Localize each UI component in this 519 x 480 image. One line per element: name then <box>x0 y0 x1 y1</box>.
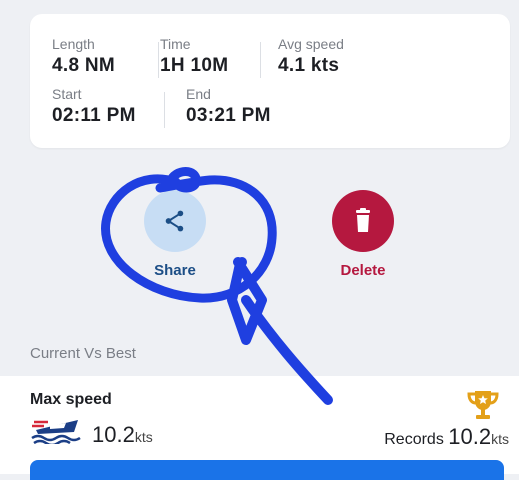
avg-speed-label: Avg speed <box>278 36 344 52</box>
avg-speed-value: 4.1 kts <box>278 55 340 76</box>
share-icon-circle[interactable] <box>144 190 206 252</box>
end-label: End <box>186 86 211 102</box>
trophy-icon <box>467 391 499 419</box>
end-value: 03:21 PM <box>186 105 271 126</box>
end-stat: End 03:21 PM <box>186 86 271 128</box>
delete-label: Delete <box>340 262 386 279</box>
length-label: Length <box>52 36 95 52</box>
boat-icon <box>31 420 81 444</box>
metric-title: Max speed <box>30 391 112 408</box>
time-label: Time <box>160 36 191 52</box>
delete-button[interactable]: Delete <box>323 190 403 279</box>
current-speed-value: 10.2 <box>92 422 135 447</box>
records-value: 10.2 <box>448 424 492 449</box>
records-label: Records <box>384 431 444 448</box>
share-button[interactable]: Share <box>135 190 215 279</box>
records-unit: kts <box>491 431 509 447</box>
current-speed-unit: kts <box>134 429 153 445</box>
current-speed: 10.2kts <box>92 422 153 448</box>
start-stat: Start 02:11 PM <box>52 86 136 128</box>
divider <box>158 42 159 78</box>
share-label: Share <box>154 262 196 279</box>
max-speed-panel: Max speed 10.2kts Records 10.2kts <box>0 376 519 480</box>
length-value: 4.8 NM <box>52 55 116 76</box>
trip-stats-card: Length 4.8 NM Time 1H 10M Avg speed 4.1 … <box>30 14 510 148</box>
length-stat: Length 4.8 NM <box>52 36 115 78</box>
divider <box>260 42 261 78</box>
start-value: 02:11 PM <box>52 105 136 126</box>
records: Records 10.2kts <box>384 424 509 450</box>
trash-icon <box>356 208 370 232</box>
divider <box>164 92 165 128</box>
start-label: Start <box>52 86 82 102</box>
section-title: Current Vs Best <box>30 345 136 362</box>
primary-action-bar[interactable] <box>30 460 504 480</box>
avg-speed-stat: Avg speed 4.1 kts <box>278 36 344 78</box>
delete-icon-circle[interactable] <box>332 190 394 252</box>
time-stat: Time 1H 10M <box>160 36 228 78</box>
share-icon <box>165 210 184 232</box>
time-value: 1H 10M <box>160 55 229 76</box>
